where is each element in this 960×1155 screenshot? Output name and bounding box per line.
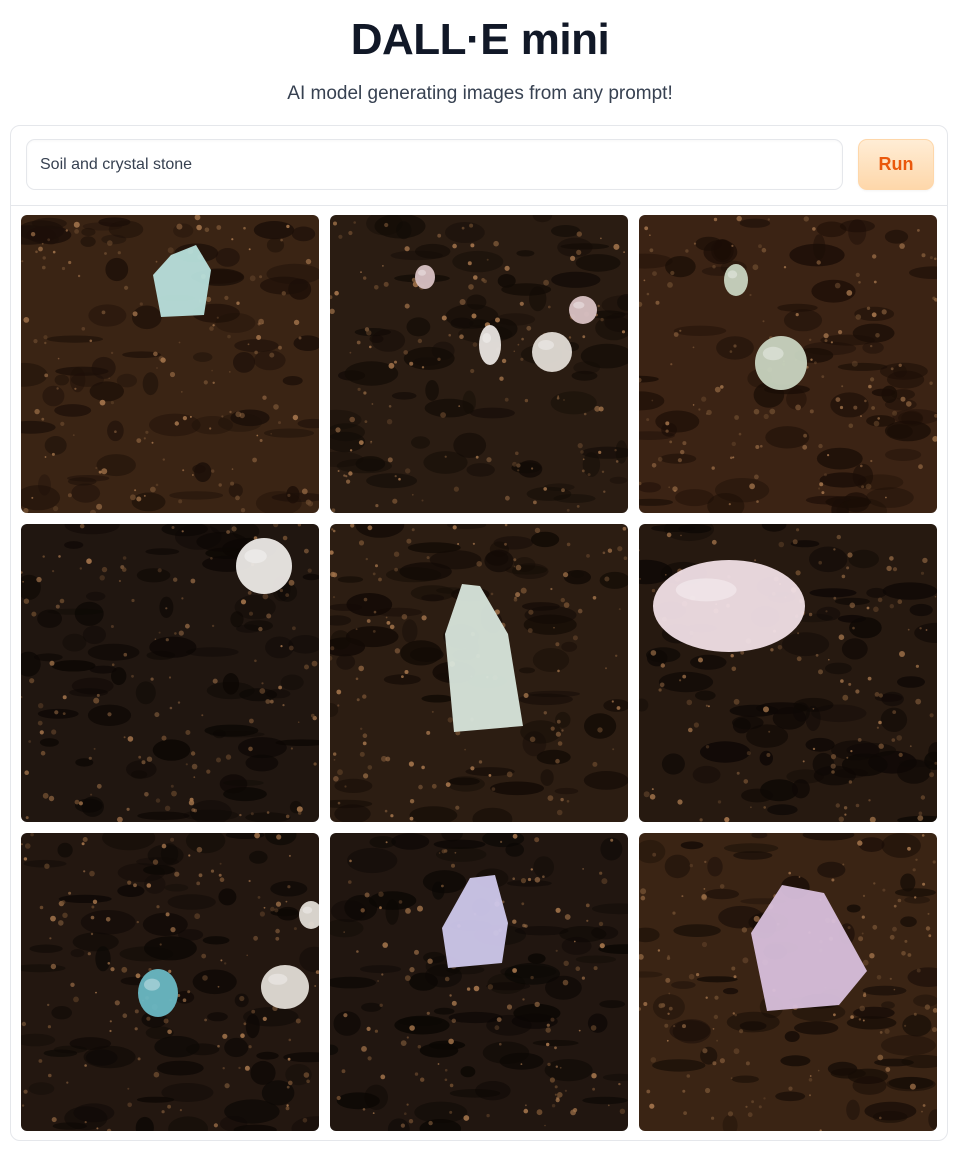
stone-highlight	[762, 346, 784, 361]
stone-shape	[479, 325, 501, 365]
main-panel: Run	[10, 125, 948, 1141]
prompt-bar: Run	[11, 126, 947, 206]
soil-image	[21, 215, 319, 513]
stone-shape	[415, 265, 435, 289]
stone-shape	[138, 969, 178, 1017]
soil-image	[330, 524, 628, 822]
gallery-image[interactable]	[330, 215, 628, 513]
stone-highlight	[675, 578, 737, 602]
run-button[interactable]: Run	[858, 139, 934, 190]
soil-image	[21, 833, 319, 1131]
stone-highlight	[302, 906, 313, 914]
soil-image	[330, 215, 628, 513]
gallery-image[interactable]	[639, 215, 937, 513]
soil-image	[330, 833, 628, 1131]
stone-highlight	[482, 333, 492, 343]
stone-shape	[532, 332, 572, 372]
gallery-image[interactable]	[639, 524, 937, 822]
stone-highlight	[418, 269, 426, 276]
stone-highlight	[573, 301, 585, 309]
gallery-image[interactable]	[330, 524, 628, 822]
gallery-image[interactable]	[21, 215, 319, 513]
stone-shape	[569, 296, 597, 324]
gallery-image[interactable]	[639, 833, 937, 1131]
stone-shape	[724, 264, 748, 296]
page-subtitle: AI model generating images from any prom…	[287, 83, 673, 104]
stone-shape	[261, 965, 309, 1009]
stone-shape	[236, 538, 292, 594]
soil-image	[639, 833, 937, 1131]
soil-image	[639, 215, 937, 513]
stone-shape	[653, 560, 805, 652]
prompt-input[interactable]	[26, 139, 843, 190]
stone-highlight	[268, 973, 288, 985]
gallery-image[interactable]	[21, 833, 319, 1131]
soil-image	[21, 524, 319, 822]
stone-highlight	[538, 340, 554, 350]
stone-highlight	[244, 549, 267, 564]
stone-shape	[755, 336, 807, 390]
gallery-image[interactable]	[330, 833, 628, 1131]
gallery-image[interactable]	[21, 524, 319, 822]
stone-highlight	[727, 270, 738, 279]
stone-highlight	[144, 978, 160, 991]
page-title: DALL·E mini	[350, 15, 610, 64]
soil-image	[639, 524, 937, 822]
